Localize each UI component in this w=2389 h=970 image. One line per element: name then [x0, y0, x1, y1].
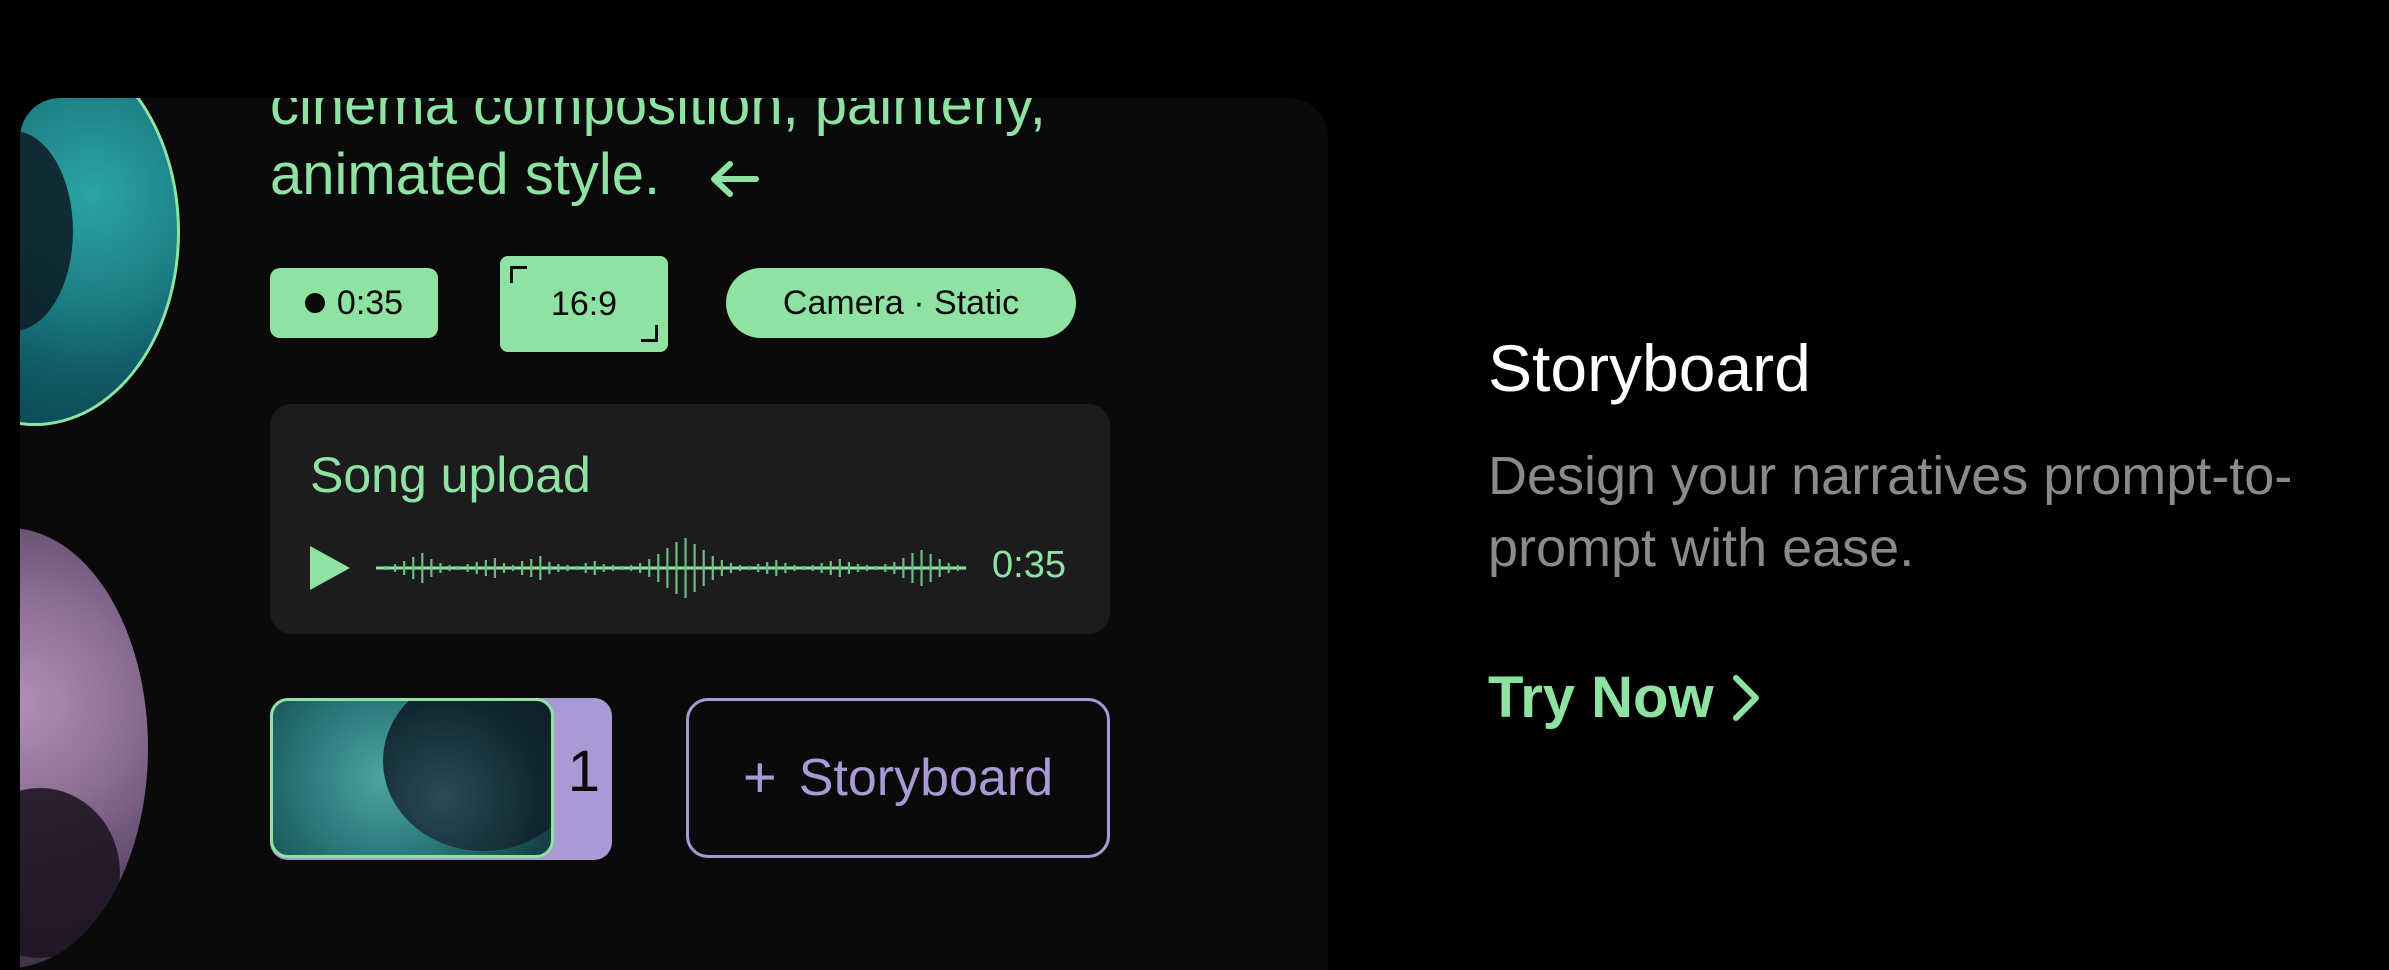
add-storyboard-label: Storyboard: [798, 749, 1054, 807]
prompt-line-2: animated style.: [270, 140, 1270, 210]
character-image-bottom: [20, 528, 148, 968]
frame-corner-icon: [641, 325, 658, 342]
play-icon[interactable]: [308, 544, 352, 592]
feature-title: Storyboard: [1488, 331, 1811, 405]
storyboard-thumbnail-stack[interactable]: 1: [270, 698, 612, 860]
storyboard-preview-card: cinema composition, painterly, animated …: [20, 98, 1328, 970]
camera-tag[interactable]: Camera · Static: [726, 268, 1076, 338]
thumbnail-character: [383, 701, 551, 851]
plus-icon: +: [742, 745, 777, 810]
duration-tag[interactable]: 0:35: [270, 268, 438, 338]
audio-waveform[interactable]: [376, 526, 966, 610]
record-dot-icon: [304, 293, 325, 313]
prompt-text: cinema composition, painterly, animated …: [270, 98, 1270, 210]
prompt-line-1: cinema composition, painterly,: [270, 98, 1046, 137]
prompt-line-2-text: animated style.: [270, 142, 661, 207]
try-now-label: Try Now: [1488, 665, 1714, 730]
frame-corner-icon: [510, 266, 527, 283]
feature-description: Design your narratives prompt-to-prompt …: [1488, 446, 2293, 578]
aspect-ratio-tag[interactable]: 16:9: [500, 256, 668, 352]
arrow-left-icon[interactable]: [706, 159, 766, 199]
chevron-right-icon: [1732, 674, 1759, 721]
song-title: Song upload: [310, 447, 591, 503]
aspect-ratio-label: 16:9: [550, 284, 618, 323]
duration-label: 0:35: [336, 283, 404, 322]
try-now-link[interactable]: Try Now: [1488, 664, 1760, 731]
storyboard-thumbnail[interactable]: [270, 698, 554, 858]
camera-label: Camera · Static: [782, 283, 1020, 322]
add-storyboard-button[interactable]: + Storyboard: [686, 698, 1110, 858]
character-image-top: [20, 98, 180, 426]
song-duration: 0:35: [992, 544, 1066, 586]
song-upload-panel: Song upload 0:35: [270, 404, 1110, 634]
frame-count: 1: [567, 739, 600, 804]
